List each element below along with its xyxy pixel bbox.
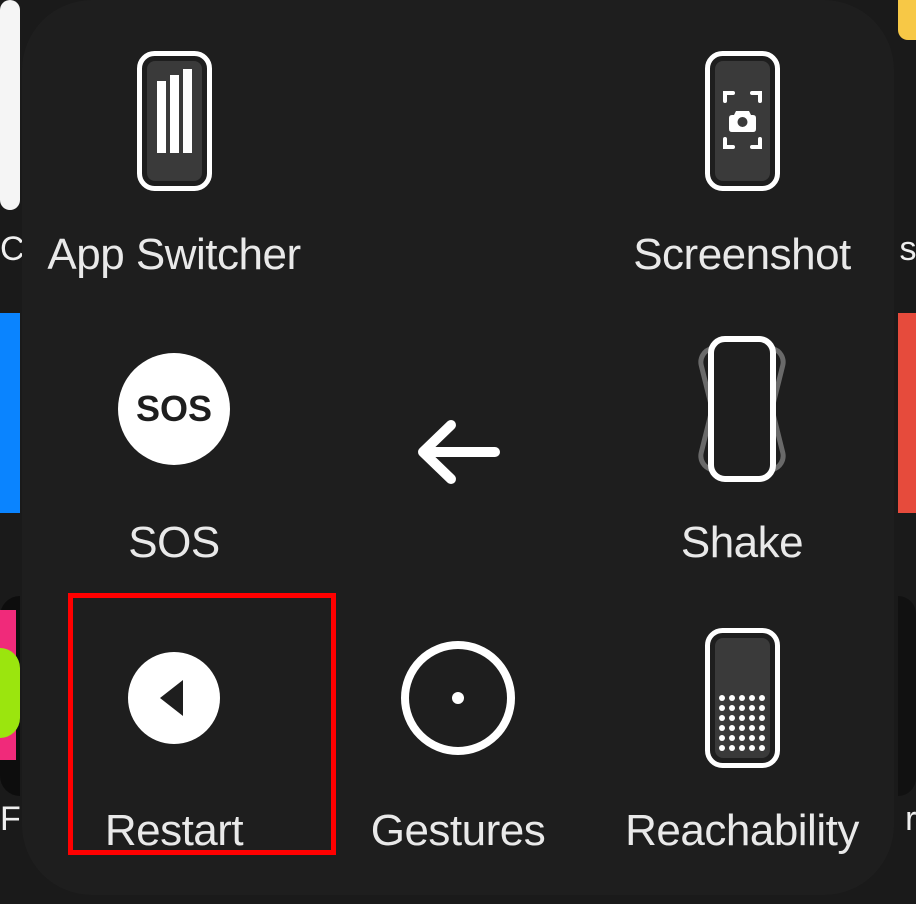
restart-icon [126, 625, 222, 770]
app-switcher-label: App Switcher [47, 230, 300, 280]
sos-label: SOS [128, 518, 219, 568]
gestures-label: Gestures [371, 806, 546, 856]
reachability-label: Reachability [625, 806, 859, 856]
screenshot-label: Screenshot [633, 230, 851, 280]
app-switcher-button[interactable]: App Switcher [32, 20, 316, 308]
reachability-icon [705, 625, 780, 770]
gestures-icon [399, 625, 517, 770]
gestures-button[interactable]: Gestures [316, 597, 600, 885]
bg-label-4: r [905, 800, 916, 839]
app-switcher-icon [137, 49, 212, 194]
restart-label: Restart [105, 806, 243, 856]
bg-label-1: C [0, 230, 24, 269]
empty-top-middle [316, 20, 600, 308]
assistivetouch-panel: App Switcher Screenshot SOS [22, 0, 894, 895]
screenshot-button[interactable]: Screenshot [600, 20, 884, 308]
shake-label: Shake [681, 518, 803, 568]
shake-button[interactable]: Shake [600, 308, 884, 596]
back-button[interactable] [316, 308, 600, 596]
sos-icon: SOS [116, 337, 232, 482]
restart-button[interactable]: Restart [32, 597, 316, 885]
sos-button[interactable]: SOS SOS [32, 308, 316, 596]
screenshot-icon [705, 49, 780, 194]
bg-label-2: s [900, 230, 916, 269]
shake-icon [662, 337, 822, 482]
arrow-left-icon [413, 380, 503, 525]
reachability-button[interactable]: Reachability [600, 597, 884, 885]
svg-text:SOS: SOS [136, 388, 212, 429]
